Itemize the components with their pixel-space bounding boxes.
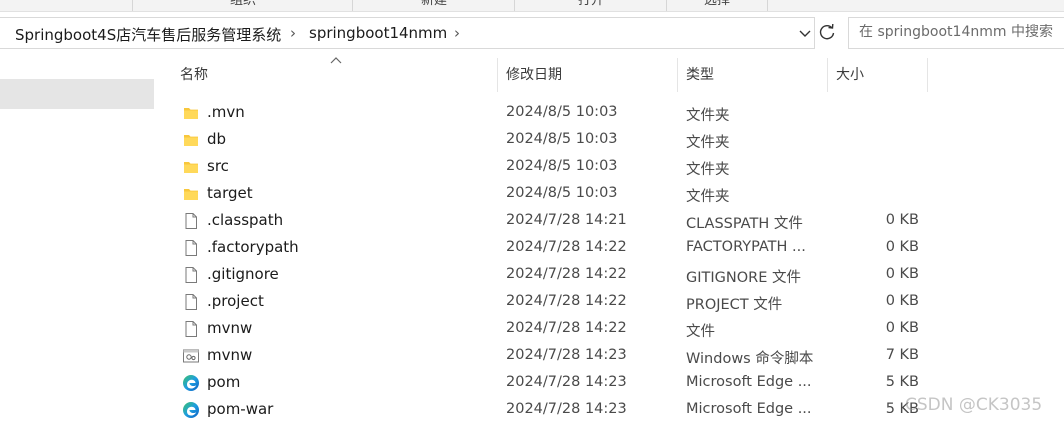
file-type: 文件: [686, 324, 715, 340]
file-name: pom-war: [207, 400, 274, 418]
file-name: .gitignore: [207, 265, 279, 283]
file-icon: [182, 266, 200, 284]
file-size: 7 KB: [885, 347, 919, 363]
ribbon-toolbar: 组织 新建 打开 选择: [0, 0, 1064, 12]
file-date: 2024/8/5 10:03: [506, 104, 618, 120]
folder-icon: [182, 104, 200, 122]
file-type: PROJECT 文件: [686, 297, 783, 313]
file-name: .mvn: [207, 103, 245, 121]
folder-icon: [182, 131, 200, 149]
column-header-name[interactable]: 名称: [180, 58, 496, 92]
edge-icon: [182, 401, 200, 419]
file-name: pom: [207, 373, 241, 391]
file-name: .factorypath: [207, 238, 299, 256]
refresh-icon[interactable]: [816, 19, 838, 45]
file-icon: [182, 212, 200, 230]
file-icon: [182, 239, 200, 257]
file-type: 文件夹: [686, 135, 730, 151]
file-date: 2024/7/28 14:22: [506, 293, 627, 309]
file-date: 2024/7/28 14:22: [506, 239, 627, 255]
nav-item-selected[interactable]: [0, 79, 154, 109]
ribbon-group-new[interactable]: 新建: [352, 0, 515, 11]
file-row[interactable]: .project 2024/7/28 14:22 PROJECT 文件 0 KB: [160, 288, 1064, 315]
file-type: 文件夹: [686, 162, 730, 178]
file-name: .classpath: [207, 211, 284, 229]
search-box[interactable]: [848, 17, 1064, 49]
breadcrumb-chevron-icon[interactable]: ›: [454, 24, 460, 42]
folder-icon: [182, 158, 200, 176]
script-icon: [182, 347, 200, 365]
file-size: 0 KB: [885, 239, 919, 255]
column-divider[interactable]: [927, 58, 928, 92]
file-name: mvnw: [207, 346, 253, 364]
file-row[interactable]: .mvn 2024/8/5 10:03 文件夹: [160, 99, 1064, 126]
file-row[interactable]: mvnw 2024/7/28 14:23 Windows 命令脚本 7 KB: [160, 342, 1064, 369]
file-name: src: [207, 157, 229, 175]
file-row[interactable]: mvnw 2024/7/28 14:22 文件 0 KB: [160, 315, 1064, 342]
file-name: db: [207, 130, 227, 148]
file-name: .project: [207, 292, 264, 310]
file-date: 2024/7/28 14:21: [506, 212, 627, 228]
file-type: Windows 命令脚本: [686, 351, 814, 367]
column-divider[interactable]: [677, 58, 678, 92]
file-date: 2024/7/28 14:22: [506, 266, 627, 282]
file-date: 2024/7/28 14:22: [506, 320, 627, 336]
breadcrumb-project[interactable]: Springboot4S店汽车售后服务管理系统: [15, 24, 281, 45]
search-input[interactable]: [859, 24, 1064, 40]
file-type: Microsoft Edge ...: [686, 374, 812, 390]
file-type: 文件夹: [686, 108, 730, 124]
ribbon-group-select[interactable]: 选择: [666, 0, 768, 11]
file-row[interactable]: db 2024/8/5 10:03 文件夹: [160, 126, 1064, 153]
file-name: target: [207, 184, 253, 202]
file-date: 2024/7/28 14:23: [506, 374, 627, 390]
chevron-down-icon[interactable]: [797, 23, 813, 43]
column-header-size[interactable]: 大小: [836, 58, 926, 92]
file-row[interactable]: .gitignore 2024/7/28 14:22 GITIGNORE 文件 0 K…: [160, 261, 1064, 288]
column-divider[interactable]: [497, 58, 498, 92]
column-divider[interactable]: [827, 58, 828, 92]
column-header-type[interactable]: 类型: [686, 58, 826, 92]
breadcrumb-chevron-icon[interactable]: ›: [290, 24, 296, 42]
file-icon: [182, 320, 200, 338]
file-size: 0 KB: [885, 266, 919, 282]
file-name: mvnw: [207, 319, 253, 337]
file-date: 2024/8/5 10:03: [506, 185, 618, 201]
address-row: Springboot4S店汽车售后服务管理系统 › springboot14nm…: [0, 17, 1064, 49]
file-row[interactable]: target 2024/8/5 10:03 文件夹: [160, 180, 1064, 207]
file-row[interactable]: src 2024/8/5 10:03 文件夹: [160, 153, 1064, 180]
file-type: GITIGNORE 文件: [686, 270, 801, 286]
ribbon-group-organize[interactable]: 组织: [132, 0, 353, 11]
file-size: 0 KB: [885, 320, 919, 336]
file-date: 2024/8/5 10:03: [506, 131, 618, 147]
folder-icon: [182, 185, 200, 203]
file-size: 5 KB: [885, 374, 919, 390]
file-type: CLASSPATH 文件: [686, 216, 803, 232]
file-row[interactable]: pom 2024/7/28 14:23 Microsoft Edge ... 5 KB: [160, 369, 1064, 396]
file-row[interactable]: .factorypath 2024/7/28 14:22 FACTORYPATH .…: [160, 234, 1064, 261]
file-size: 0 KB: [885, 293, 919, 309]
file-date: 2024/7/28 14:23: [506, 347, 627, 363]
file-row[interactable]: .classpath 2024/7/28 14:21 CLASSPATH 文件 0 K…: [160, 207, 1064, 234]
edge-icon: [182, 374, 200, 392]
column-header-date[interactable]: 修改日期: [506, 58, 676, 92]
watermark: CSDN @CK3035: [905, 395, 1043, 415]
file-type: Microsoft Edge ...: [686, 401, 812, 417]
file-icon: [182, 293, 200, 311]
address-bar[interactable]: Springboot4S店汽车售后服务管理系统 › springboot14nm…: [0, 17, 815, 49]
file-date: 2024/7/28 14:23: [506, 401, 627, 417]
file-size: 0 KB: [885, 212, 919, 228]
file-type: FACTORYPATH ...: [686, 239, 806, 255]
ribbon-group-open[interactable]: 打开: [514, 0, 667, 11]
file-date: 2024/8/5 10:03: [506, 158, 618, 174]
navigation-pane: [0, 58, 157, 422]
breadcrumb-folder[interactable]: springboot14nmm: [309, 24, 447, 42]
file-type: 文件夹: [686, 189, 730, 205]
